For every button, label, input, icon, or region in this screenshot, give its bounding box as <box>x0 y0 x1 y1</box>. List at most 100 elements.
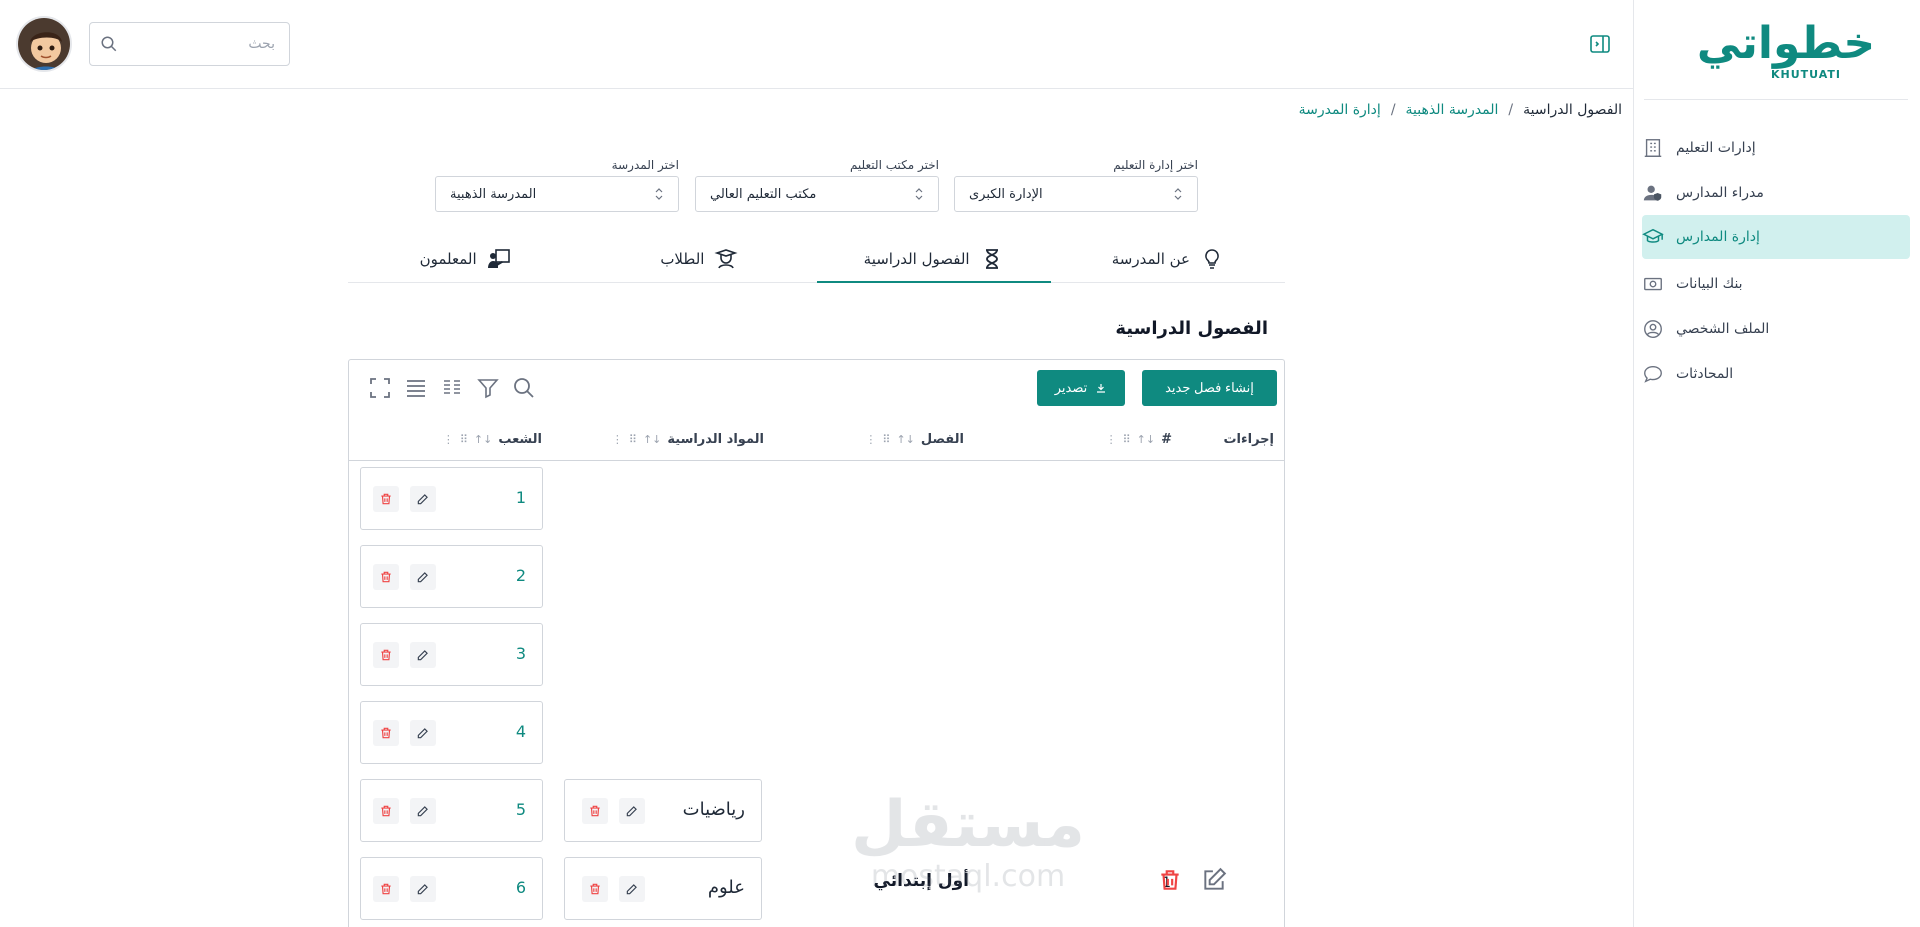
search-icon[interactable] <box>100 35 118 53</box>
column-menu-icon[interactable]: ⋮ <box>443 433 454 446</box>
delete-class-button[interactable] <box>1157 867 1183 893</box>
breadcrumb-golden-school[interactable]: المدرسة الذهبية <box>1406 102 1499 118</box>
column-menu-icon[interactable]: ⋮ <box>1106 433 1117 446</box>
sort-icon[interactable]: ↑↓ <box>896 433 914 446</box>
subject-value: رياضيات <box>682 799 745 820</box>
education-admin-select[interactable]: الإدارة الكبرى <box>954 176 1198 212</box>
sidebar-item-school-managers[interactable]: مدراء المدارس <box>1642 171 1910 215</box>
edit-section-button[interactable] <box>410 486 436 512</box>
column-label: # <box>1161 432 1172 447</box>
section-value: 4 <box>515 722 526 741</box>
filter-education-admin: اختر إدارة التعليم الإدارة الكبرى <box>954 158 1198 212</box>
tab-students[interactable]: الطلاب <box>582 236 816 282</box>
trash-icon <box>381 805 391 817</box>
drag-handle-icon[interactable]: ⠿ <box>629 433 637 446</box>
edit-subject-button[interactable] <box>619 876 645 902</box>
delete-section-button[interactable] <box>373 642 399 668</box>
education-office-select[interactable]: مكتب التعليم العالي <box>695 176 939 212</box>
section-cell: 4 <box>360 701 543 764</box>
sort-icon[interactable]: ↑↓ <box>474 433 492 446</box>
tabs: عن المدرسة الفصول الدراسية الطلاب المعلم… <box>348 236 1285 283</box>
edit-section-button[interactable] <box>410 642 436 668</box>
search-icon[interactable] <box>512 376 536 400</box>
drag-handle-icon[interactable]: ⠿ <box>1123 433 1131 446</box>
tab-label: الطلاب <box>660 250 705 268</box>
trash-icon <box>381 727 391 739</box>
sidebar-toggle-icon[interactable] <box>1588 32 1612 56</box>
sidebar-item-profile[interactable]: الملف الشخصي <box>1642 307 1910 351</box>
sort-icon[interactable]: ↑↓ <box>643 433 661 446</box>
topbar <box>0 0 1633 89</box>
column-header-subjects[interactable]: المواد الدراسية ↑↓ ⠿ ⋮ <box>612 432 764 447</box>
create-class-button[interactable]: إنشاء فصل جديد <box>1142 370 1277 406</box>
breadcrumb-separator: / <box>1508 102 1514 118</box>
trash-icon <box>590 883 600 895</box>
drag-handle-icon[interactable]: ⠿ <box>460 433 468 446</box>
search-input[interactable] <box>90 23 289 65</box>
column-header-sections[interactable]: الشعب ↑↓ ⠿ ⋮ <box>443 432 542 447</box>
edit-icon <box>417 494 428 505</box>
section-value: 1 <box>515 488 526 507</box>
filter-label: اختر إدارة التعليم <box>1113 158 1198 172</box>
drag-handle-icon[interactable]: ⠿ <box>882 433 890 446</box>
filter-icon[interactable] <box>476 376 500 400</box>
edit-section-button[interactable] <box>410 798 436 824</box>
edit-icon <box>626 884 637 895</box>
edit-icon <box>417 884 428 895</box>
avatar[interactable] <box>16 16 72 72</box>
sidebar-item-label: إدارة المدارس <box>1676 229 1760 245</box>
sidebar-item-label: الملف الشخصي <box>1676 321 1770 337</box>
sort-icon[interactable]: ↑↓ <box>1137 433 1155 446</box>
select-value: الإدارة الكبرى <box>969 186 1043 202</box>
export-button[interactable]: تصدير <box>1037 370 1125 406</box>
edit-class-button[interactable] <box>1201 867 1227 893</box>
school-select[interactable]: المدرسة الذهبية <box>435 176 679 212</box>
sidebar-item-label: إدارات التعليم <box>1676 140 1756 156</box>
section-value: 6 <box>515 878 526 897</box>
filter-label: اختر المدرسة <box>611 158 679 172</box>
column-header-index[interactable]: # ↑↓ ⠿ ⋮ <box>1106 432 1172 447</box>
fullscreen-icon[interactable] <box>368 376 392 400</box>
trash-icon <box>590 805 600 817</box>
tab-label: الفصول الدراسية <box>863 250 970 268</box>
chat-icon <box>1644 365 1662 383</box>
delete-section-button[interactable] <box>373 798 399 824</box>
sidebar-item-schools-management[interactable]: إدارة المدارس <box>1642 215 1910 259</box>
hourglass-icon <box>985 249 998 269</box>
edit-section-button[interactable] <box>410 564 436 590</box>
subject-cell: رياضيات <box>564 779 762 842</box>
tab-about-school[interactable]: عن المدرسة <box>1051 236 1285 282</box>
user-circle-icon <box>1644 320 1662 338</box>
tab-teachers[interactable]: المعلمون <box>348 236 582 282</box>
delete-section-button[interactable] <box>373 876 399 902</box>
column-label: المواد الدراسية <box>667 432 764 447</box>
delete-section-button[interactable] <box>373 564 399 590</box>
section-title: الفصول الدراسية <box>1115 318 1268 339</box>
tab-classes[interactable]: الفصول الدراسية <box>816 236 1052 283</box>
delete-subject-button[interactable] <box>582 798 608 824</box>
edit-section-button[interactable] <box>410 720 436 746</box>
breadcrumb-school-management[interactable]: إدارة المدرسة <box>1299 102 1381 118</box>
column-menu-icon[interactable]: ⋮ <box>865 433 876 446</box>
sidebar-item-chats[interactable]: المحادثات <box>1642 352 1910 396</box>
graduation-cap-icon <box>1642 228 1664 243</box>
density-icon[interactable] <box>404 376 428 400</box>
class-name: أول إبتدائي <box>873 871 969 891</box>
delete-section-button[interactable] <box>373 486 399 512</box>
trash-icon <box>381 493 391 505</box>
edit-subject-button[interactable] <box>619 798 645 824</box>
sidebar-item-label: المحادثات <box>1676 366 1734 382</box>
edit-section-button[interactable] <box>410 876 436 902</box>
brand-logo[interactable]: خطواتي KHUTUATI <box>1696 12 1876 82</box>
svg-text:KHUTUATI: KHUTUATI <box>1771 68 1841 81</box>
column-header-class[interactable]: الفصل ↑↓ ⠿ ⋮ <box>865 432 964 447</box>
delete-section-button[interactable] <box>373 720 399 746</box>
delete-subject-button[interactable] <box>582 876 608 902</box>
sidebar-item-education-admins[interactable]: إدارات التعليم <box>1642 126 1910 170</box>
sidebar-item-data-bank[interactable]: بنك البيانات <box>1642 262 1910 306</box>
column-menu-icon[interactable]: ⋮ <box>612 433 623 446</box>
edit-icon <box>417 728 428 739</box>
building-icon <box>1644 139 1662 157</box>
columns-icon[interactable] <box>440 376 464 400</box>
column-label: الفصل <box>920 432 964 447</box>
